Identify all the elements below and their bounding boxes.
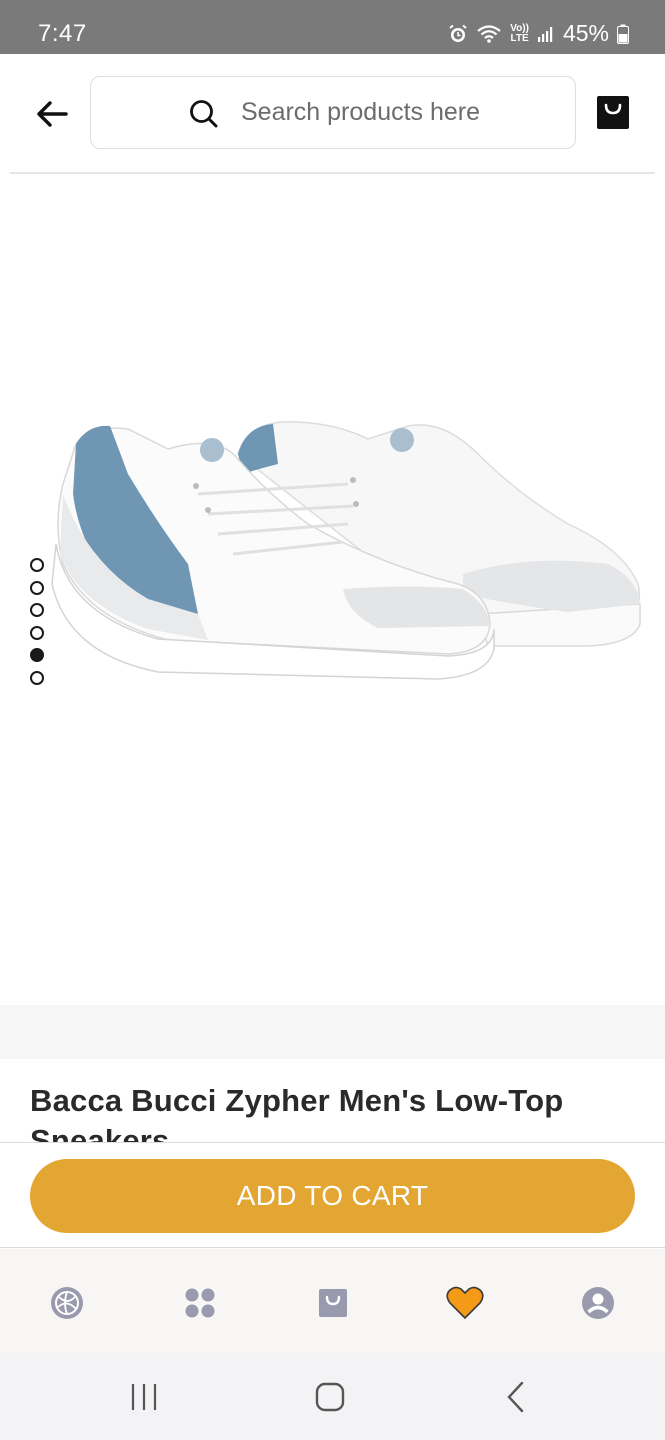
gallery-footer-strip xyxy=(0,1005,665,1059)
recent-apps-icon xyxy=(131,1384,157,1410)
gallery-dot[interactable] xyxy=(30,558,44,572)
status-bar: 7:47 Vo)) LTE 45% xyxy=(0,0,665,54)
network-lte-label: LTE xyxy=(510,32,529,44)
nav-home[interactable] xyxy=(47,1283,87,1323)
arrow-left-icon xyxy=(37,101,68,127)
network-type: Vo)) LTE xyxy=(510,22,529,44)
gallery-pagination xyxy=(30,558,44,685)
app-header xyxy=(0,54,665,174)
system-back-button[interactable] xyxy=(496,1379,536,1415)
shopping-bag-icon xyxy=(597,96,629,129)
nav-categories[interactable] xyxy=(180,1283,220,1323)
gallery-dot[interactable] xyxy=(30,670,44,685)
cart-button[interactable] xyxy=(596,94,630,130)
gallery-dot[interactable] xyxy=(30,603,44,617)
home-ball-icon xyxy=(51,1287,83,1319)
system-navigation-bar xyxy=(0,1353,665,1440)
gallery-dot[interactable] xyxy=(30,625,44,640)
battery-icon xyxy=(617,24,629,44)
nav-wishlist[interactable] xyxy=(445,1283,485,1323)
add-to-cart-button[interactable]: ADD TO CART xyxy=(30,1159,635,1233)
product-title: Bacca Bucci Zypher Men's Low-Top Sneaker… xyxy=(30,1083,564,1143)
home-button[interactable] xyxy=(310,1379,350,1415)
status-time: 7:47 xyxy=(38,20,87,47)
cart-action-bar: ADD TO CART xyxy=(0,1142,665,1248)
network-volte-label: Vo)) xyxy=(510,22,529,34)
gallery-dot-active[interactable] xyxy=(30,648,44,662)
alarm-icon xyxy=(448,24,468,44)
signal-icon xyxy=(537,25,555,43)
product-image-gallery[interactable] xyxy=(0,174,665,1006)
gallery-dot[interactable] xyxy=(30,580,44,595)
home-icon xyxy=(315,1382,345,1412)
categories-icon xyxy=(185,1288,215,1318)
back-chevron-icon xyxy=(507,1381,524,1413)
bag-icon xyxy=(319,1289,347,1317)
search-icon[interactable] xyxy=(189,99,219,129)
battery-percent: 45% xyxy=(562,20,609,46)
wifi-icon xyxy=(476,24,502,44)
bottom-navigation xyxy=(0,1249,665,1353)
search-bar[interactable] xyxy=(90,76,576,149)
nav-bag[interactable] xyxy=(313,1283,353,1323)
wishlist-heart-icon xyxy=(446,1286,484,1320)
search-input[interactable] xyxy=(241,77,561,147)
nav-account[interactable] xyxy=(578,1283,618,1323)
recent-apps-button[interactable] xyxy=(124,1379,164,1415)
account-icon xyxy=(582,1287,614,1319)
status-icons: Vo)) LTE 45% xyxy=(448,20,629,47)
product-image xyxy=(51,421,641,680)
back-button[interactable] xyxy=(30,92,74,136)
